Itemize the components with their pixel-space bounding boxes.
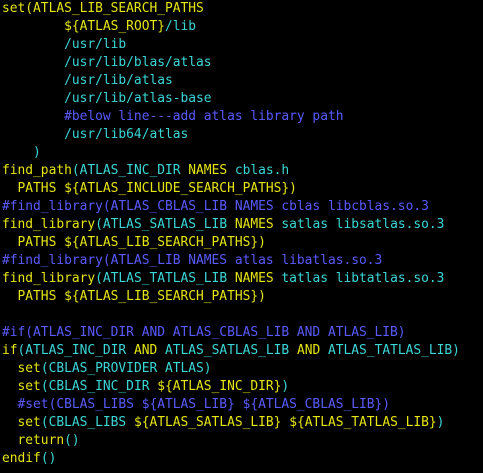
code-line[interactable]: return() <box>0 432 483 450</box>
code-token: NAMES <box>188 163 228 178</box>
code-token: () <box>40 451 57 466</box>
code-token: cblas.h <box>227 163 290 178</box>
code-token: (ATLAS_TATLAS_LIB <box>95 271 235 286</box>
code-line[interactable]: /usr/lib/blas/atlas <box>0 54 483 72</box>
code-token: find_library <box>2 217 96 232</box>
code-line[interactable]: /usr/lib/atlas-base <box>0 90 483 108</box>
code-token: (ATLAS_INC_DIR <box>71 163 189 178</box>
code-token: (CBLAS_LIBS <box>40 415 134 430</box>
code-token: endif <box>2 451 41 466</box>
code-line[interactable]: find_library(ATLAS_TATLAS_LIB NAMES tatl… <box>0 270 483 288</box>
code-comment: #find_library(ATLAS_CBLAS_LIB NAMES cbla… <box>2 199 429 214</box>
code-token: find_path <box>2 163 72 178</box>
code-token: ) <box>436 415 445 430</box>
code-editor[interactable]: set(ATLAS_LIB_SEARCH_PATHS ${ATLAS_ROOT}… <box>0 0 483 473</box>
code-line[interactable]: #if(ATLAS_INC_DIR AND ATLAS_CBLAS_LIB AN… <box>0 324 483 342</box>
code-line[interactable] <box>0 306 483 324</box>
code-token: /usr/lib/blas/atlas <box>2 55 212 70</box>
code-token: ) <box>281 379 290 394</box>
code-token: AND <box>296 343 321 358</box>
code-line[interactable]: endif() <box>0 450 483 468</box>
code-line[interactable]: find_path(ATLAS_INC_DIR NAMES cblas.h <box>0 162 483 180</box>
code-line[interactable]: /usr/lib64/atlas <box>0 126 483 144</box>
code-line[interactable]: set(CBLAS_LIBS ${ATLAS_SATLAS_LIB} ${ATL… <box>0 414 483 432</box>
code-token: (ATLAS_SATLAS_LIB <box>95 217 235 232</box>
code-token: /lib <box>165 19 197 34</box>
code-token: ${ATLAS_TATLAS_LIB} <box>289 415 437 430</box>
code-token: ${ATLAS_ROOT} <box>64 19 165 34</box>
code-line[interactable]: #find_library(ATLAS_CBLAS_LIB NAMES cbla… <box>0 198 483 216</box>
code-comment: #find_library(ATLAS_LIB NAMES atlas liba… <box>2 253 383 268</box>
code-line[interactable]: #set(CBLAS_LIBS ${ATLAS_LIB} ${ATLAS_CBL… <box>0 396 483 414</box>
code-token: if <box>2 343 18 358</box>
code-token: PATHS <box>2 235 65 250</box>
code-line[interactable]: PATHS ${ATLAS_LIB_SEARCH_PATHS}) <box>0 234 483 252</box>
code-token: /usr/lib/atlas <box>2 73 173 88</box>
code-comment: #if(ATLAS_INC_DIR AND ATLAS_CBLAS_LIB AN… <box>2 325 406 340</box>
code-token: ATLAS_SATLAS_LIB <box>157 343 297 358</box>
code-token: return <box>2 433 65 448</box>
code-token: ) <box>2 145 41 160</box>
code-token: ${ATLAS_LIB_SEARCH_PATHS}) <box>64 289 266 304</box>
code-token: ${ATLAS_INC_DIR} <box>157 379 282 394</box>
code-token: set <box>2 379 41 394</box>
code-token: set <box>2 415 41 430</box>
code-line[interactable]: ${ATLAS_ROOT}/lib <box>0 18 483 36</box>
code-token: (CBLAS_INC_DIR <box>40 379 158 394</box>
code-token: NAMES <box>234 271 274 286</box>
code-token: () <box>64 433 80 448</box>
code-token: set(ATLAS_LIB_SEARCH_PATHS <box>2 1 204 16</box>
code-line[interactable]: set(CBLAS_PROVIDER ATLAS) <box>0 360 483 378</box>
code-token: find_library <box>2 271 96 286</box>
code-line[interactable]: ) <box>0 144 483 162</box>
code-token: (ATLAS_INC_DIR <box>17 343 134 358</box>
code-token: set <box>2 361 41 376</box>
code-token: ${ATLAS_SATLAS_LIB} <box>133 415 282 430</box>
code-token: ATLAS_TATLAS_LIB) <box>320 343 460 358</box>
code-token: /usr/lib/atlas-base <box>2 91 212 106</box>
code-line[interactable]: #find_library(ATLAS_LIB NAMES atlas liba… <box>0 252 483 270</box>
code-token: (CBLAS_PROVIDER ATLAS) <box>40 361 212 376</box>
code-token: AND <box>133 343 158 358</box>
code-line[interactable]: PATHS ${ATLAS_INCLUDE_SEARCH_PATHS}) <box>0 180 483 198</box>
code-token: satlas libsatlas.so.3 <box>273 217 445 232</box>
code-comment: #set(CBLAS_LIBS ${ATLAS_LIB} ${ATLAS_CBL… <box>2 397 391 412</box>
code-token: /usr/lib <box>2 37 127 52</box>
code-token: NAMES <box>234 217 274 232</box>
code-token: ${ATLAS_LIB_SEARCH_PATHS}) <box>64 235 266 250</box>
code-token: PATHS <box>2 181 65 196</box>
code-line[interactable]: PATHS ${ATLAS_LIB_SEARCH_PATHS}) <box>0 288 483 306</box>
code-token: PATHS <box>2 289 65 304</box>
code-token: ${ATLAS_INCLUDE_SEARCH_PATHS}) <box>64 181 297 196</box>
code-token: /usr/lib64/atlas <box>2 127 189 142</box>
code-line[interactable]: find_library(ATLAS_SATLAS_LIB NAMES satl… <box>0 216 483 234</box>
code-comment: #below line---add atlas library path <box>2 109 344 124</box>
code-token: tatlas libtatlas.so.3 <box>273 271 445 286</box>
code-line[interactable]: /usr/lib/atlas <box>0 72 483 90</box>
code-line[interactable]: set(ATLAS_LIB_SEARCH_PATHS <box>0 0 483 18</box>
code-line[interactable]: if(ATLAS_INC_DIR AND ATLAS_SATLAS_LIB AN… <box>0 342 483 360</box>
code-line[interactable]: /usr/lib <box>0 36 483 54</box>
code-line[interactable]: #below line---add atlas library path <box>0 108 483 126</box>
code-line[interactable]: set(CBLAS_INC_DIR ${ATLAS_INC_DIR}) <box>0 378 483 396</box>
